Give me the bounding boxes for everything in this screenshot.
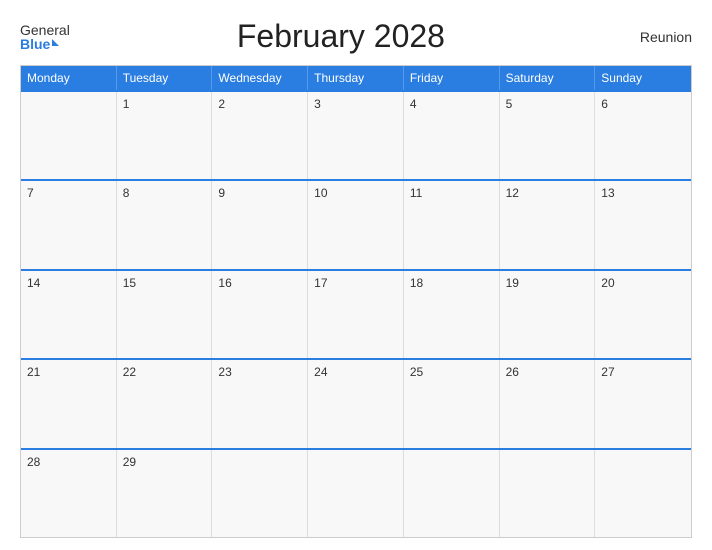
calendar-cell: 5 [500, 92, 596, 179]
calendar-cell: 13 [595, 181, 691, 268]
calendar-cell: 28 [21, 450, 117, 537]
logo-triangle-icon [52, 39, 59, 46]
calendar-page: General Blue February 2028 Reunion Monda… [0, 0, 712, 550]
day-number: 28 [27, 455, 40, 469]
logo-general-text: General [20, 23, 70, 37]
calendar-cell: 14 [21, 271, 117, 358]
day-number: 12 [506, 186, 519, 200]
header-sunday: Sunday [595, 66, 691, 90]
day-number: 29 [123, 455, 136, 469]
calendar-cell: 22 [117, 360, 213, 447]
calendar-cell: 4 [404, 92, 500, 179]
calendar-cell: 29 [117, 450, 213, 537]
day-number: 22 [123, 365, 136, 379]
calendar-cell [404, 450, 500, 537]
day-number: 16 [218, 276, 231, 290]
calendar-cell: 2 [212, 92, 308, 179]
day-number: 20 [601, 276, 614, 290]
day-number: 23 [218, 365, 231, 379]
day-number: 10 [314, 186, 327, 200]
calendar-grid: Monday Tuesday Wednesday Thursday Friday… [20, 65, 692, 538]
day-number: 3 [314, 97, 321, 111]
calendar-header: Monday Tuesday Wednesday Thursday Friday… [21, 66, 691, 90]
header-monday: Monday [21, 66, 117, 90]
day-number: 7 [27, 186, 34, 200]
day-number: 21 [27, 365, 40, 379]
calendar-cell: 19 [500, 271, 596, 358]
calendar-cell: 24 [308, 360, 404, 447]
day-number: 15 [123, 276, 136, 290]
calendar-cell [212, 450, 308, 537]
calendar-cell: 10 [308, 181, 404, 268]
day-number: 4 [410, 97, 417, 111]
logo: General Blue [20, 23, 70, 51]
day-number: 2 [218, 97, 225, 111]
calendar-cell: 15 [117, 271, 213, 358]
calendar-cell: 21 [21, 360, 117, 447]
calendar-cell: 7 [21, 181, 117, 268]
calendar-cell: 3 [308, 92, 404, 179]
calendar-cell: 20 [595, 271, 691, 358]
calendar-cell [500, 450, 596, 537]
day-number: 18 [410, 276, 423, 290]
calendar-body: 1234567891011121314151617181920212223242… [21, 90, 691, 537]
page-header: General Blue February 2028 Reunion [20, 18, 692, 55]
day-number: 1 [123, 97, 130, 111]
calendar-week-2: 7 8 9 10 11 12 13 [21, 179, 691, 268]
page-title: February 2028 [70, 18, 612, 55]
day-number: 25 [410, 365, 423, 379]
calendar-cell: 11 [404, 181, 500, 268]
calendar-cell [595, 450, 691, 537]
calendar-week-5: 28 29 [21, 448, 691, 537]
calendar-cell: 16 [212, 271, 308, 358]
day-number: 8 [123, 186, 130, 200]
calendar-cell: 8 [117, 181, 213, 268]
day-number: 24 [314, 365, 327, 379]
header-thursday: Thursday [308, 66, 404, 90]
calendar-cell: 6 [595, 92, 691, 179]
day-number: 26 [506, 365, 519, 379]
calendar-cell [21, 92, 117, 179]
header-friday: Friday [404, 66, 500, 90]
calendar-cell: 9 [212, 181, 308, 268]
day-number: 27 [601, 365, 614, 379]
calendar-cell: 25 [404, 360, 500, 447]
calendar-cell: 26 [500, 360, 596, 447]
day-number: 13 [601, 186, 614, 200]
calendar-cell: 18 [404, 271, 500, 358]
calendar-cell: 23 [212, 360, 308, 447]
calendar-week-3: 14 15 16 17 18 19 20 [21, 269, 691, 358]
day-number: 14 [27, 276, 40, 290]
day-number: 19 [506, 276, 519, 290]
header-tuesday: Tuesday [117, 66, 213, 90]
calendar-cell: 17 [308, 271, 404, 358]
calendar-cell [308, 450, 404, 537]
region-label: Reunion [612, 29, 692, 45]
calendar-week-1: 1 2 3 4 5 6 [21, 90, 691, 179]
day-number: 9 [218, 186, 225, 200]
header-wednesday: Wednesday [212, 66, 308, 90]
day-number: 6 [601, 97, 608, 111]
header-saturday: Saturday [500, 66, 596, 90]
day-number: 11 [410, 186, 422, 200]
calendar-cell: 12 [500, 181, 596, 268]
calendar-week-4: 21 22 23 24 25 26 27 [21, 358, 691, 447]
day-number: 5 [506, 97, 513, 111]
day-number: 17 [314, 276, 327, 290]
calendar-cell: 27 [595, 360, 691, 447]
calendar-cell: 1 [117, 92, 213, 179]
logo-blue-text: Blue [20, 37, 70, 51]
